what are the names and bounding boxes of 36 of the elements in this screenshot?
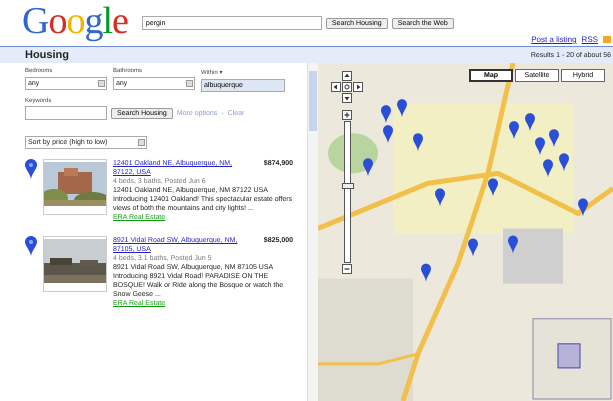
scrollbar[interactable] <box>307 63 318 401</box>
google-logo[interactable]: Google <box>22 0 128 43</box>
map-pin-icon[interactable] <box>488 178 498 196</box>
map-pin-icon[interactable] <box>543 159 553 178</box>
pan-down-icon[interactable] <box>342 93 352 103</box>
reset-icon[interactable] <box>342 82 352 92</box>
map-pin-icon[interactable] <box>559 153 569 172</box>
dropdown-icon <box>98 80 105 87</box>
post-listing-link[interactable]: Post a listing <box>531 35 577 44</box>
keywords-field[interactable] <box>25 106 107 120</box>
map-pin-icon[interactable] <box>383 125 393 144</box>
map-pin-icon[interactable] <box>25 159 37 179</box>
map-pin-icon[interactable] <box>509 121 519 140</box>
zoom-out-icon[interactable] <box>342 264 352 274</box>
map-pin-icon[interactable] <box>421 264 431 282</box>
slider-thumb[interactable] <box>342 183 354 190</box>
map-pin-icon[interactable] <box>413 133 423 152</box>
map-pin-icon[interactable] <box>508 236 518 254</box>
dropdown-icon <box>186 80 193 87</box>
map-pin-icon[interactable] <box>525 113 535 132</box>
pan-up-icon[interactable] <box>342 71 352 81</box>
section-title: Housing <box>25 49 69 61</box>
map-pin-icon[interactable] <box>381 105 391 124</box>
map-pin-icon[interactable] <box>535 137 545 156</box>
map-pin-icon[interactable] <box>549 129 559 148</box>
map-pin-icon[interactable] <box>397 99 407 118</box>
map-pin-icon[interactable] <box>578 198 588 216</box>
pan-right-icon[interactable] <box>353 82 363 92</box>
map-pin-icon[interactable] <box>435 188 445 206</box>
pan-left-icon[interactable] <box>331 82 341 92</box>
zoom-in-icon[interactable] <box>342 110 352 120</box>
map-pin-icon[interactable] <box>25 236 37 256</box>
map-pin-icon[interactable] <box>363 158 373 176</box>
map-pin-icon[interactable] <box>468 238 478 257</box>
rss-link[interactable]: RSS <box>582 35 598 44</box>
dropdown-icon <box>138 139 145 146</box>
